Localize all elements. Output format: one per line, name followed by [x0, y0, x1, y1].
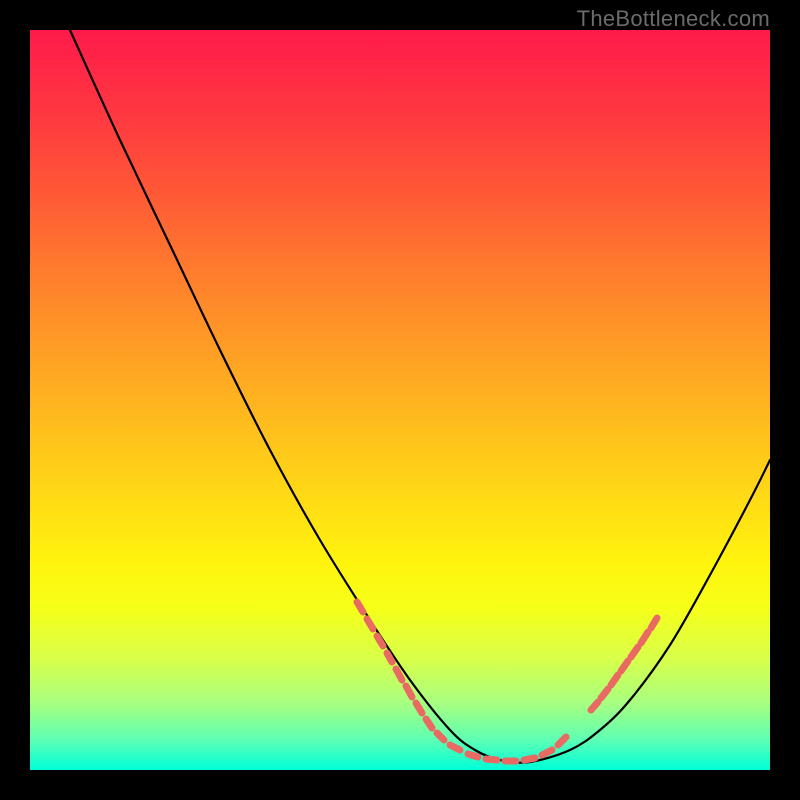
watermark-text: TheBottleneck.com — [577, 6, 770, 32]
dash-segment — [396, 669, 402, 680]
dash-segment — [631, 647, 638, 657]
chart-frame: TheBottleneck.com — [0, 0, 800, 800]
dash-segment — [486, 759, 497, 760]
dash-segment — [621, 661, 628, 671]
dash-segment — [406, 686, 412, 697]
dash-segment — [542, 750, 552, 755]
dash-segment — [641, 632, 648, 643]
dash-segment — [416, 703, 422, 713]
curve-layer — [30, 30, 770, 770]
dash-segment — [651, 618, 657, 628]
dash-segment — [387, 653, 392, 662]
dash-segment — [601, 689, 608, 698]
dash-segment — [426, 719, 432, 728]
dash-segment — [591, 702, 598, 710]
dash-segment — [357, 602, 363, 612]
dash-segment — [367, 619, 373, 629]
plot-area — [30, 30, 770, 770]
dash-segment — [450, 745, 460, 750]
dash-marker-group — [357, 602, 657, 761]
dash-segment — [558, 737, 566, 745]
bottleneck-curve — [70, 30, 770, 763]
dash-segment — [611, 675, 618, 685]
dash-segment — [468, 754, 478, 757]
dash-segment — [437, 733, 444, 740]
dash-segment — [524, 758, 535, 760]
